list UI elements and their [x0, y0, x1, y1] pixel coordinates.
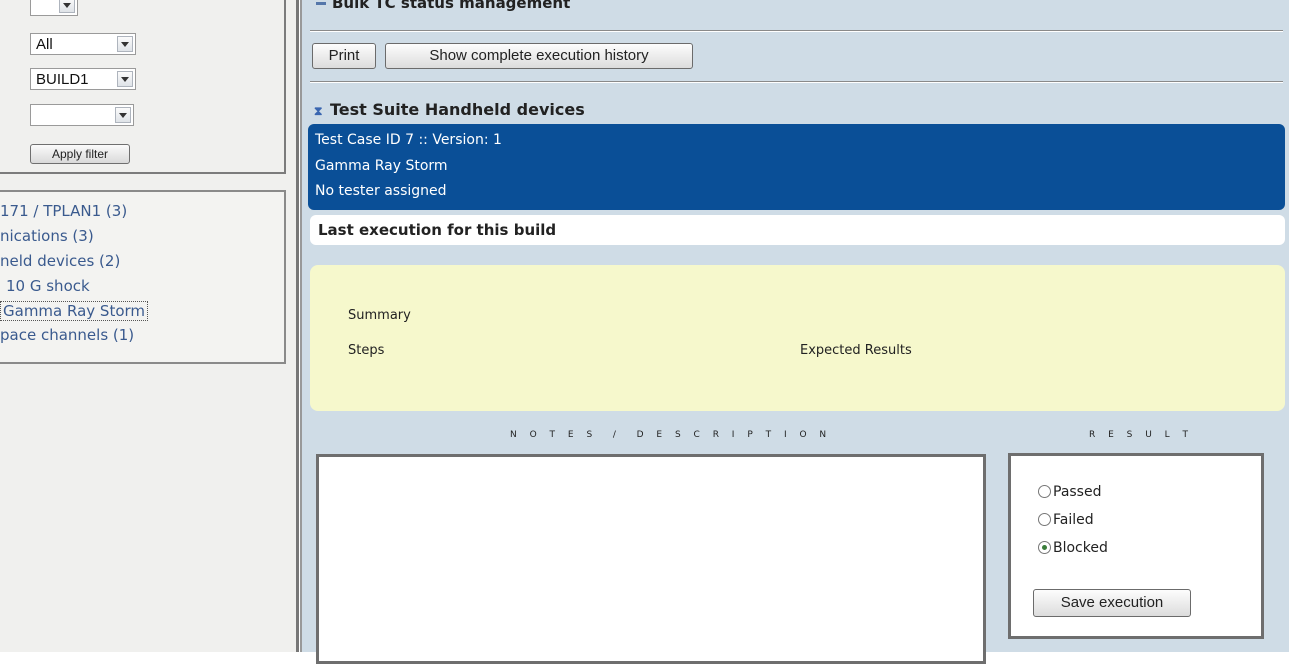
tree-item-10g-shock[interactable]: 10 G shock	[6, 277, 90, 295]
test-tree: 171 / TPLAN1 (3) nications (3) neld devi…	[0, 190, 286, 364]
execution-pane: Bulk TC status management Print Show com…	[302, 0, 1289, 664]
filter-select-top[interactable]	[30, 0, 78, 16]
radio-blocked[interactable]	[1038, 541, 1051, 554]
notes-textarea[interactable]	[316, 454, 986, 664]
chevron-down-icon[interactable]	[59, 0, 75, 13]
steps-label: Steps	[348, 343, 385, 358]
tree-item-handheld-devices[interactable]: neld devices (2)	[0, 252, 120, 270]
testcase-tester: No tester assigned	[315, 183, 447, 199]
last-execution-title: Last execution for this build	[318, 221, 557, 239]
tree-item-communications[interactable]: nications (3)	[0, 227, 94, 245]
testcase-name: Gamma Ray Storm	[315, 158, 448, 174]
radio-passed[interactable]	[1038, 485, 1051, 498]
result-label-blocked: Blocked	[1053, 540, 1108, 556]
result-option-blocked[interactable]: Blocked	[1038, 540, 1108, 556]
chevron-down-icon[interactable]	[117, 36, 133, 52]
bulk-status-title: Bulk TC status management	[332, 0, 571, 12]
result-panel: Passed Failed Blocked Save execution	[1008, 453, 1264, 639]
tree-item-testplan[interactable]: 171 / TPLAN1 (3)	[0, 202, 127, 220]
apply-filter-button[interactable]: Apply filter	[30, 144, 130, 164]
left-pane: All BUILD1 Apply filter 171 / TPLAN1 (3)…	[0, 0, 296, 652]
summary-label: Summary	[348, 308, 411, 323]
notes-header: N O T E S / D E S C R I P T I O N	[510, 430, 832, 440]
result-label-failed: Failed	[1053, 512, 1094, 528]
divider	[310, 30, 1283, 32]
print-button[interactable]: Print	[312, 43, 376, 69]
collapse-icon[interactable]	[316, 2, 326, 5]
tree-item-space-channels[interactable]: pace channels (1)	[0, 326, 134, 344]
expected-results-label: Expected Results	[800, 343, 912, 358]
filter-panel: All BUILD1 Apply filter	[0, 0, 286, 174]
testcase-header: Test Case ID 7 :: Version: 1 Gamma Ray S…	[308, 124, 1285, 210]
radio-failed[interactable]	[1038, 513, 1051, 526]
chevron-down-icon[interactable]	[115, 107, 131, 123]
hourglass-icon: ⧗	[314, 104, 323, 118]
last-execution-bar: Last execution for this build	[310, 215, 1285, 245]
show-history-button[interactable]: Show complete execution history	[385, 43, 693, 69]
divider	[310, 81, 1283, 83]
frame-splitter[interactable]	[296, 0, 299, 652]
filter-select-status-value: All	[36, 36, 53, 53]
result-header: R E S U L T	[1089, 430, 1194, 440]
filter-select-build-value: BUILD1	[36, 71, 89, 88]
suite-title: ⧗ Test Suite Handheld devices	[314, 100, 585, 119]
tree-item-gamma-ray-storm[interactable]: Gamma Ray Storm	[0, 301, 149, 321]
filter-select-extra[interactable]	[30, 104, 134, 126]
filter-select-status[interactable]: All	[30, 33, 136, 55]
suite-title-text: Test Suite Handheld devices	[330, 100, 585, 119]
result-label-passed: Passed	[1053, 484, 1102, 500]
result-option-passed[interactable]: Passed	[1038, 484, 1101, 500]
filter-select-build[interactable]: BUILD1	[30, 68, 136, 90]
bulk-status-header[interactable]: Bulk TC status management	[316, 0, 570, 12]
testcase-spec: Summary Steps Expected Results	[310, 265, 1285, 411]
chevron-down-icon[interactable]	[117, 71, 133, 87]
testcase-id: Test Case ID 7 :: Version: 1	[315, 132, 502, 148]
result-option-failed[interactable]: Failed	[1038, 512, 1094, 528]
save-execution-button[interactable]: Save execution	[1033, 589, 1191, 617]
